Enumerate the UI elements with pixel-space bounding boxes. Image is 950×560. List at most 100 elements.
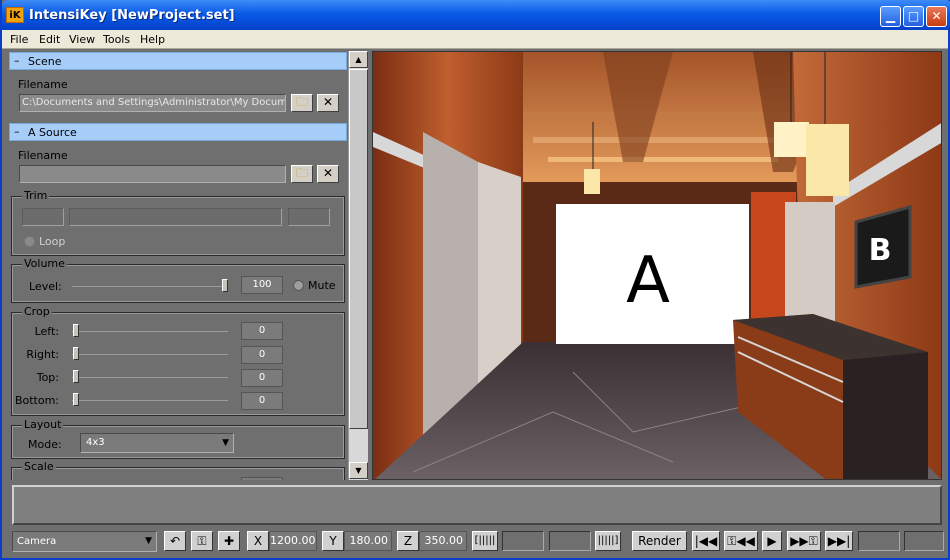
crop-left-thumb[interactable]: [73, 324, 79, 337]
crop-bottom-slider[interactable]: [72, 400, 228, 401]
scene-browse-button[interactable]: 🗀: [291, 94, 313, 112]
minimize-button[interactable]: ▁: [880, 6, 901, 27]
trim-group: Trim Loop: [11, 189, 345, 256]
scale-value-field[interactable]: [241, 477, 283, 480]
scroll-up-button[interactable]: ▲: [349, 51, 368, 68]
crop-right-value[interactable]: 0: [241, 346, 283, 364]
crop-group-label: Crop: [22, 305, 52, 318]
trim-out-field[interactable]: [288, 208, 330, 226]
undo-icon: ↶: [169, 534, 181, 548]
lock-button[interactable]: ⚿: [191, 531, 213, 551]
crop-left-slider[interactable]: [72, 331, 228, 332]
mode-label: Mode:: [28, 438, 62, 451]
menu-bar: File Edit View Tools Help: [2, 30, 948, 49]
window-title: IntensiKey [NewProject.set]: [29, 8, 235, 23]
crop-top-slider[interactable]: [72, 377, 228, 378]
out-point-field[interactable]: [549, 531, 591, 551]
source-section-header[interactable]: – A Source: [9, 123, 347, 141]
mark-out-button[interactable]: |||||]: [595, 531, 621, 551]
section-title: Scene: [28, 55, 62, 68]
move-button[interactable]: ✚: [218, 531, 240, 551]
layout-group-label: Layout: [22, 418, 64, 431]
go-to-start-button[interactable]: |◀◀: [692, 531, 720, 551]
z-value-field[interactable]: 350.00: [419, 531, 467, 551]
skip-forward-icon: ▶▶|: [827, 534, 851, 548]
crop-right-thumb[interactable]: [73, 347, 79, 360]
collapse-icon[interactable]: –: [14, 125, 20, 138]
trim-in-field[interactable]: [22, 208, 64, 226]
screen-letter-a: A: [626, 244, 670, 318]
y-value-field[interactable]: 180.00: [344, 531, 392, 551]
scroll-thumb[interactable]: [349, 69, 368, 429]
crop-bottom-label: Bottom:: [14, 394, 59, 407]
mark-in-button[interactable]: [|||||: [472, 531, 498, 551]
mute-radio[interactable]: [293, 280, 304, 291]
panel-scrollbar[interactable]: ▲ ▼: [348, 51, 368, 480]
menu-help[interactable]: Help: [140, 33, 165, 46]
time-field[interactable]: [858, 531, 900, 551]
bottom-toolbar: Camera ▼ ↶ ⚿ ✚ X 1200.00 Y 180.00 Z 350.…: [2, 527, 948, 560]
crop-top-value[interactable]: 0: [241, 369, 283, 387]
scene-clear-button[interactable]: ✕: [317, 94, 339, 112]
scale-group-label: Scale: [22, 460, 56, 473]
menu-view[interactable]: View: [69, 33, 95, 46]
z-axis-button[interactable]: Z: [397, 531, 419, 551]
camera-select[interactable]: Camera ▼: [12, 531, 157, 552]
source-clear-button[interactable]: ✕: [317, 165, 339, 183]
mode-select-value: 4x3: [86, 437, 105, 448]
scene-section-header[interactable]: – Scene: [9, 52, 347, 70]
crop-left-label: Left:: [34, 325, 59, 338]
prev-key-button[interactable]: ⚿◀◀: [724, 531, 758, 551]
trim-range-field[interactable]: [69, 208, 282, 226]
trim-group-label: Trim: [22, 189, 50, 202]
loop-label: Loop: [39, 235, 66, 248]
key-icon: ⚿: [197, 534, 207, 548]
crop-right-slider[interactable]: [72, 354, 228, 355]
title-bar[interactable]: iK IntensiKey [NewProject.set] ▁ □ ✕: [2, 0, 950, 30]
source-filename-label: Filename: [18, 149, 68, 162]
x-value-field[interactable]: 1200.00: [269, 531, 317, 551]
mode-select[interactable]: 4x3 ▼: [80, 433, 234, 453]
chevron-down-icon: ▼: [355, 466, 362, 475]
chevron-down-icon: ▼: [145, 536, 152, 546]
crop-top-thumb[interactable]: [73, 370, 79, 383]
source-filename-field[interactable]: [19, 165, 286, 183]
maximize-button[interactable]: □: [903, 6, 924, 27]
go-to-end-button[interactable]: ▶▶|: [825, 531, 853, 551]
crop-right-label: Right:: [26, 348, 59, 361]
y-axis-button[interactable]: Y: [322, 531, 344, 551]
undo-button[interactable]: ↶: [164, 531, 186, 551]
level-slider-track[interactable]: [72, 286, 228, 287]
app-window: iK IntensiKey [NewProject.set] ▁ □ ✕ Fil…: [0, 0, 950, 560]
mute-label: Mute: [308, 279, 336, 292]
layout-group: Layout Mode: 4x3 ▼: [11, 418, 345, 459]
next-key-button[interactable]: ▶▶⚿: [787, 531, 821, 551]
crop-bottom-thumb[interactable]: [73, 393, 79, 406]
lobby-render: B A: [373, 52, 941, 479]
menu-tools[interactable]: Tools: [103, 33, 130, 46]
loop-radio[interactable]: [24, 236, 35, 247]
scroll-down-button[interactable]: ▼: [349, 462, 368, 479]
folder-icon: 🗀: [295, 95, 308, 109]
scene-filename-field[interactable]: C:\Documents and Settings\Administrator\…: [19, 94, 286, 112]
source-browse-button[interactable]: 🗀: [291, 165, 313, 183]
collapse-icon[interactable]: –: [14, 54, 20, 67]
crop-left-value[interactable]: 0: [241, 322, 283, 340]
mark-in-icon: [|||||: [474, 535, 496, 546]
in-point-field[interactable]: [502, 531, 544, 551]
menu-edit[interactable]: Edit: [39, 33, 60, 46]
properties-panel: – Scene Filename C:\Documents and Settin…: [9, 51, 347, 480]
volume-group: Volume Level: 100 Mute: [11, 257, 345, 303]
level-value-field[interactable]: 100: [241, 276, 283, 294]
scene-viewport[interactable]: B A: [372, 51, 942, 480]
frame-field[interactable]: [904, 531, 944, 551]
chevron-up-icon: ▲: [355, 55, 362, 64]
folder-icon: 🗀: [295, 166, 308, 180]
level-slider-thumb[interactable]: [222, 279, 228, 292]
render-button[interactable]: Render: [632, 531, 687, 551]
x-axis-button[interactable]: X: [247, 531, 269, 551]
close-button[interactable]: ✕: [926, 6, 947, 27]
menu-file[interactable]: File: [10, 33, 28, 46]
play-button[interactable]: ▶: [762, 531, 782, 551]
crop-bottom-value[interactable]: 0: [241, 392, 283, 410]
